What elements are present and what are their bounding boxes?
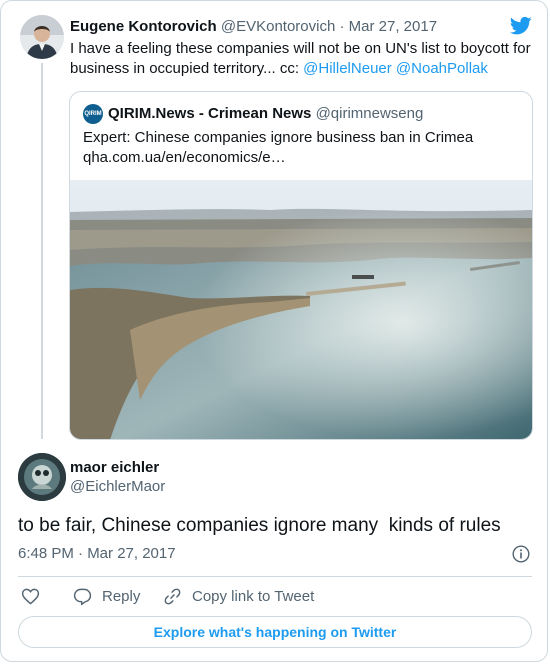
tweet-embed-card: Eugene Kontorovich @EVKontorovich · Mar … — [0, 0, 548, 662]
reply-author-name[interactable]: maor eichler — [70, 458, 159, 478]
reply-author-handle[interactable]: @EichlerMaor — [70, 477, 165, 497]
tweet-date[interactable]: Mar 27, 2017 — [349, 18, 437, 35]
reply-author-avatar[interactable] — [18, 453, 66, 501]
quoted-headline: Expert: Chinese companies ignore busines… — [83, 129, 474, 146]
copy-link-button[interactable]: Copy link to Tweet — [163, 585, 314, 607]
author-name[interactable]: Eugene Kontorovich — [70, 18, 217, 35]
quoted-tweet[interactable]: QIRIM QIRIM.News - Crimean News @qirimne… — [69, 91, 533, 440]
separator: · — [335, 18, 349, 35]
twitter-bird-icon[interactable] — [509, 16, 532, 36]
copy-link-label: Copy link to Tweet — [192, 587, 315, 605]
reply-icon — [73, 588, 92, 605]
mention-link[interactable]: @HillelNeuer — [303, 60, 392, 77]
info-icon[interactable] — [512, 545, 530, 563]
author-avatar[interactable] — [20, 15, 64, 59]
parent-tweet-header: Eugene Kontorovich @EVKontorovich · Mar … — [70, 17, 437, 37]
quoted-tweet-photo — [70, 180, 532, 439]
quoted-author-handle: @qirimnewseng — [315, 105, 424, 122]
author-handle[interactable]: @EVKontorovich — [221, 18, 335, 35]
quoted-tweet-header: QIRIM.News - Crimean News @qirimnewseng — [108, 104, 423, 124]
like-button[interactable] — [21, 585, 50, 607]
divider — [18, 576, 532, 577]
reply-label: Reply — [102, 587, 141, 605]
parent-tweet-text: I have a feeling these companies will no… — [70, 39, 535, 79]
thread-connector-line — [41, 63, 43, 439]
quoted-tweet-text: Expert: Chinese companies ignore busines… — [83, 128, 523, 168]
mention-link[interactable]: @NoahPollak — [396, 60, 488, 77]
quoted-author-name: QIRIM.News - Crimean News — [108, 105, 312, 122]
quoted-author-avatar: QIRIM — [83, 104, 103, 124]
quoted-link: qha.com.ua/en/economics/e… — [83, 149, 286, 166]
explore-twitter-button[interactable]: Explore what's happening on Twitter — [18, 616, 532, 648]
reply-tweet-text: to be fair, Chinese companies ignore man… — [18, 515, 501, 536]
reply-timestamp[interactable]: 6:48 PM · Mar 27, 2017 — [18, 544, 176, 564]
reply-button[interactable]: Reply — [73, 585, 140, 607]
link-icon — [164, 588, 181, 604]
heart-icon — [21, 588, 40, 605]
